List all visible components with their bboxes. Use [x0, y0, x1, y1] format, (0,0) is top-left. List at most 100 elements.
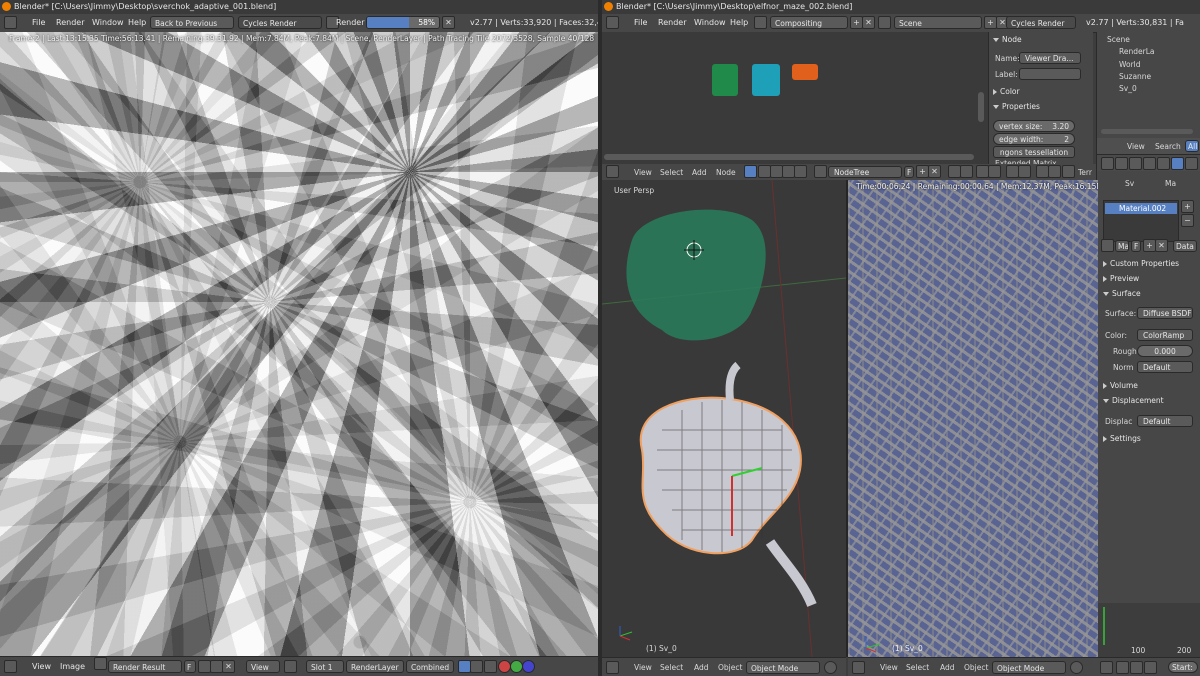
layout-icon[interactable] [1018, 165, 1031, 178]
node-green[interactable] [712, 64, 738, 96]
material-slot-list[interactable]: Material.002 [1103, 200, 1179, 242]
displacement-select[interactable]: Default [1137, 415, 1193, 427]
node-editor-type-icon[interactable] [606, 165, 619, 178]
tab-render-icon[interactable] [1101, 157, 1114, 170]
fake-user-button[interactable]: F [184, 660, 196, 673]
material-slot-selected[interactable]: Material.002 [1105, 203, 1177, 214]
timeline-frame-icon[interactable] [1144, 661, 1157, 674]
node-section-header[interactable]: Node [993, 35, 1022, 44]
image-editor-type-icon[interactable] [4, 660, 17, 673]
outliner-item-sv0[interactable]: Sv_0 [1119, 84, 1137, 93]
node-name-field[interactable]: Viewer Dra... [1019, 52, 1081, 64]
timeline-view-icon[interactable] [1116, 661, 1129, 674]
tab-layers-icon[interactable] [1115, 157, 1128, 170]
3d-editor-type-icon[interactable] [606, 661, 619, 674]
slot-select[interactable]: Slot 1 [306, 660, 344, 673]
render-engine-select[interactable]: Cycles Render [1006, 16, 1076, 29]
outliner-item-renderlayers[interactable]: RenderLa [1119, 47, 1154, 56]
3d-viewport[interactable]: User Persp (1) Sv_0 [602, 180, 846, 657]
footer-image-menu[interactable]: Image [60, 662, 85, 671]
node-editor-canvas[interactable] [602, 32, 988, 165]
outliner-scrollbar[interactable] [1101, 129, 1193, 134]
render-editor-type-icon[interactable] [852, 661, 865, 674]
render-engine-select[interactable]: Cycles Render [238, 16, 322, 29]
render-pass-select[interactable]: Combined [406, 660, 454, 673]
terrain-label[interactable]: Terr [1078, 168, 1092, 177]
render-add-menu[interactable]: Add [940, 663, 955, 672]
node-select-menu[interactable]: Select [660, 168, 683, 177]
properties-section-header[interactable]: Properties [993, 102, 1040, 111]
material-name-field[interactable]: Ma [1115, 240, 1129, 252]
surface-shader-select[interactable]: Diffuse BSDF [1137, 307, 1193, 319]
outliner-item-suzanne[interactable]: Suzanne [1119, 72, 1151, 81]
image-name-field[interactable]: Render Result [108, 660, 182, 673]
props-search-menu[interactable]: Search [1155, 142, 1181, 151]
custom-properties-header[interactable]: Custom Properties [1103, 259, 1179, 268]
tab-scene-icon[interactable] [1129, 157, 1142, 170]
menu-help[interactable]: Help [730, 18, 748, 27]
node-cyan[interactable] [752, 64, 780, 96]
props-view-menu[interactable]: View [1127, 142, 1145, 151]
roughness-field[interactable]: 0.000 [1137, 345, 1193, 357]
display-alpha-icon[interactable] [470, 660, 483, 673]
timeline-panel[interactable]: 100 200 [1096, 603, 1200, 657]
render-select-menu[interactable]: Select [906, 663, 929, 672]
unlink-image-icon[interactable]: ✕ [222, 660, 235, 673]
extra-icon-2[interactable] [1048, 165, 1061, 178]
node-label-field[interactable] [1019, 68, 1081, 80]
menu-window[interactable]: Window [694, 18, 726, 27]
timeline-editor-type-icon[interactable] [1100, 661, 1113, 674]
displacement-header[interactable]: Displacement [1103, 396, 1164, 405]
nodetree-fake-user-button[interactable]: F [904, 166, 914, 178]
vertex-size-field[interactable]: vertex size: 3.20 [993, 120, 1075, 132]
material-link-select[interactable]: Data [1173, 240, 1197, 252]
editor-type-icon[interactable] [4, 16, 17, 29]
shading-mode-icon[interactable] [824, 661, 837, 674]
render-layer-select[interactable]: RenderLayer [346, 660, 404, 673]
color-section-header[interactable]: Color [993, 87, 1020, 96]
volume-header[interactable]: Volume [1103, 381, 1138, 390]
menu-window[interactable]: Window [92, 18, 124, 27]
horizontal-scrollbar[interactable] [604, 154, 974, 160]
outliner-item-world[interactable]: World [1119, 60, 1141, 69]
material-fake-user-button[interactable]: F [1131, 240, 1141, 252]
sverchok-tree-icon[interactable] [794, 165, 807, 178]
render-view-menu[interactable]: View [880, 663, 898, 672]
cancel-render-icon[interactable]: ✕ [442, 16, 455, 29]
pivot-icon[interactable] [284, 660, 297, 673]
ngons-tessellation-toggle[interactable]: ngons tessellation [993, 146, 1075, 158]
nodetree-browse-icon[interactable] [814, 165, 827, 178]
node-add-menu[interactable]: Add [692, 168, 707, 177]
screen-layout-icon[interactable] [754, 16, 767, 29]
props-all-toggle[interactable]: All [1185, 140, 1199, 152]
3d-add-menu[interactable]: Add [694, 663, 709, 672]
material-browse-icon[interactable] [1101, 239, 1114, 252]
color-input-select[interactable]: ColorRamp [1137, 329, 1193, 341]
timeline-marker-icon[interactable] [1130, 661, 1143, 674]
render-shading-icon[interactable] [1070, 661, 1083, 674]
render-mode-select[interactable]: Object Mode [992, 661, 1066, 674]
add-material-slot-icon[interactable]: + [1181, 200, 1194, 213]
snap-mode-icon[interactable] [960, 165, 973, 178]
tab-world-icon[interactable] [1143, 157, 1156, 170]
outliner-item-scene[interactable]: Scene [1107, 35, 1130, 44]
menu-file[interactable]: File [634, 18, 647, 27]
unlink-material-icon[interactable]: ✕ [1155, 239, 1168, 252]
render-object-menu[interactable]: Object [964, 663, 988, 672]
3d-view-menu[interactable]: View [634, 663, 652, 672]
menu-file[interactable]: File [32, 18, 45, 27]
3d-mode-select[interactable]: Object Mode [746, 661, 820, 674]
menu-render[interactable]: Render [658, 18, 686, 27]
view-mode-select[interactable]: View [246, 660, 280, 673]
remove-screen-icon[interactable]: ✕ [862, 16, 875, 29]
unlink-nodetree-icon[interactable]: ✕ [928, 165, 941, 178]
menu-render[interactable]: Render [56, 18, 84, 27]
remove-material-slot-icon[interactable]: − [1181, 214, 1194, 227]
tab-texture-icon[interactable] [1185, 157, 1198, 170]
tab-material-icon[interactable] [1171, 157, 1184, 170]
surface-header[interactable]: Surface [1103, 289, 1141, 298]
screen-layout-select[interactable]: Compositing [770, 16, 848, 29]
node-tree-type-icon[interactable] [744, 165, 757, 178]
editor-type-icon[interactable] [606, 16, 619, 29]
tab-object-icon[interactable] [1157, 157, 1170, 170]
